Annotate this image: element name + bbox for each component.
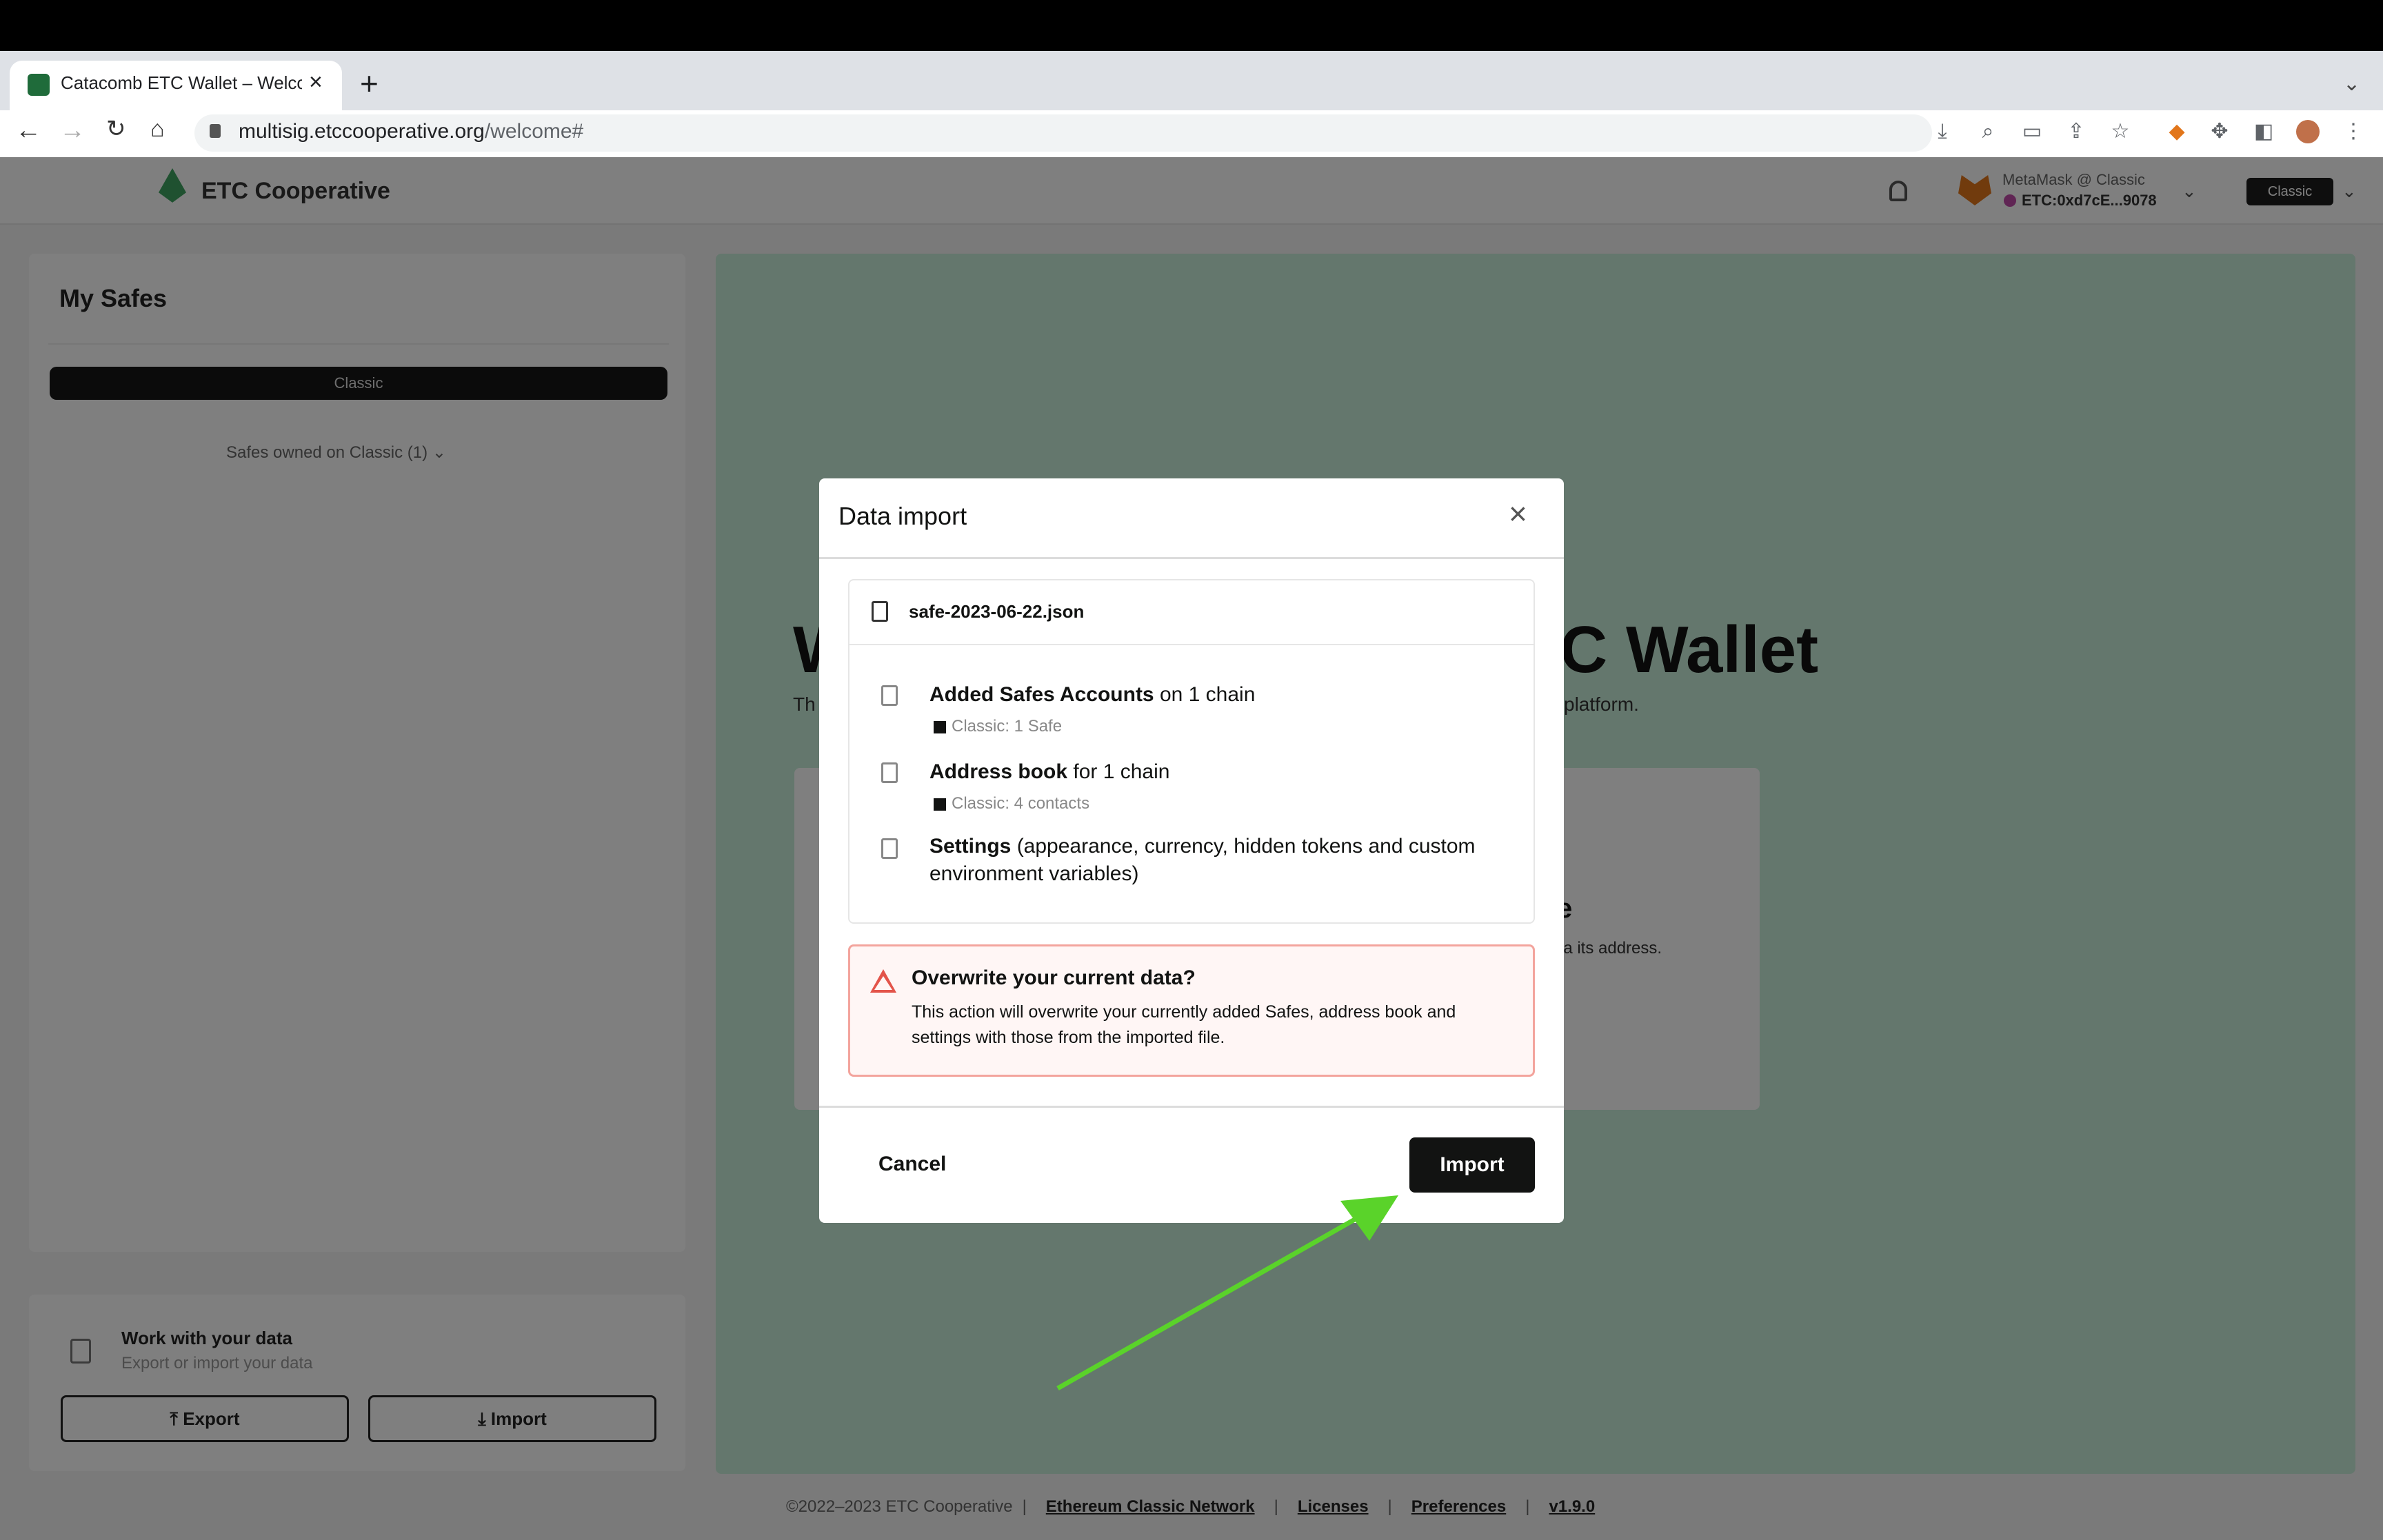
chain-color-square xyxy=(934,798,946,811)
summary-row-safes-strong: Added Safes Accounts xyxy=(929,683,1154,706)
url-host: multisig.etccooperative.org xyxy=(239,120,485,143)
summary-row-address-book-rest: for 1 chain xyxy=(1067,760,1170,783)
summary-row-address-book-sub: Classic: 4 contacts xyxy=(952,794,1090,813)
warning-title: Overwrite your current data? xyxy=(912,966,1196,989)
summary-row-address-book: Address book for 1 chain xyxy=(929,758,1169,786)
reload-icon[interactable]: ↻ xyxy=(106,117,126,141)
share-icon[interactable]: ⇪ xyxy=(2064,120,2088,143)
tab-search-chevron-icon[interactable]: ⌄ xyxy=(2343,72,2360,96)
bookmark-star-icon[interactable]: ☆ xyxy=(2109,120,2132,143)
file-icon xyxy=(881,762,898,783)
url-text[interactable]: multisig.etccooperative.org/welcome# xyxy=(239,120,583,143)
side-panel-icon[interactable]: ◧ xyxy=(2252,120,2275,143)
tab-title: Catacomb ETC Wallet – Welcome xyxy=(61,72,302,93)
profile-avatar[interactable] xyxy=(2296,120,2320,143)
back-icon[interactable]: ← xyxy=(15,117,41,143)
chain-color-square xyxy=(934,721,946,733)
summary-divider xyxy=(849,644,1534,645)
page-icon[interactable]: ▭ xyxy=(2020,120,2044,143)
screen-top-bar xyxy=(0,0,2383,51)
close-icon[interactable]: × xyxy=(1509,498,1527,529)
lock-icon xyxy=(210,124,221,138)
tab-favicon-icon xyxy=(28,74,50,96)
tab-close-icon[interactable]: × xyxy=(309,69,323,96)
browser-tab-strip xyxy=(0,51,2383,110)
summary-row-safes-rest: on 1 chain xyxy=(1154,683,1256,706)
cancel-button[interactable]: Cancel xyxy=(878,1153,946,1176)
summary-row-safes-sub: Classic: 1 Safe xyxy=(952,717,1063,736)
summary-row-address-book-strong: Address book xyxy=(929,760,1068,783)
zoom-icon[interactable]: ⌕ xyxy=(1976,120,2000,143)
import-file-name: safe-2023-06-22.json xyxy=(909,601,1085,622)
file-icon xyxy=(881,685,898,706)
file-icon xyxy=(881,838,898,859)
dialog-divider xyxy=(819,1106,1564,1108)
forward-icon[interactable]: → xyxy=(59,117,86,143)
browser-menu-icon[interactable]: ⋮ xyxy=(2342,120,2365,143)
summary-row-settings-strong: Settings xyxy=(929,835,1012,858)
dialog-title: Data import xyxy=(838,502,967,530)
extensions-puzzle-icon[interactable]: ✥ xyxy=(2208,120,2231,143)
summary-row-settings-rest: (appearance, currency, hidden tokens and… xyxy=(929,835,1476,885)
install-icon[interactable]: ⤓ xyxy=(1931,120,1954,143)
url-path: /welcome# xyxy=(484,120,584,143)
home-icon[interactable]: ⌂ xyxy=(150,117,165,141)
metamask-extension-icon[interactable]: ◆ xyxy=(2165,120,2189,143)
warning-text: This action will overwrite your currentl… xyxy=(912,1002,1456,1047)
summary-row-settings: Settings (appearance, currency, hidden t… xyxy=(929,833,1509,888)
new-tab-icon[interactable]: + xyxy=(360,68,379,99)
dialog-divider xyxy=(819,557,1564,559)
import-button[interactable]: Import xyxy=(1409,1137,1535,1193)
file-icon xyxy=(872,601,888,622)
summary-row-safes: Added Safes Accounts on 1 chain xyxy=(929,681,1255,709)
